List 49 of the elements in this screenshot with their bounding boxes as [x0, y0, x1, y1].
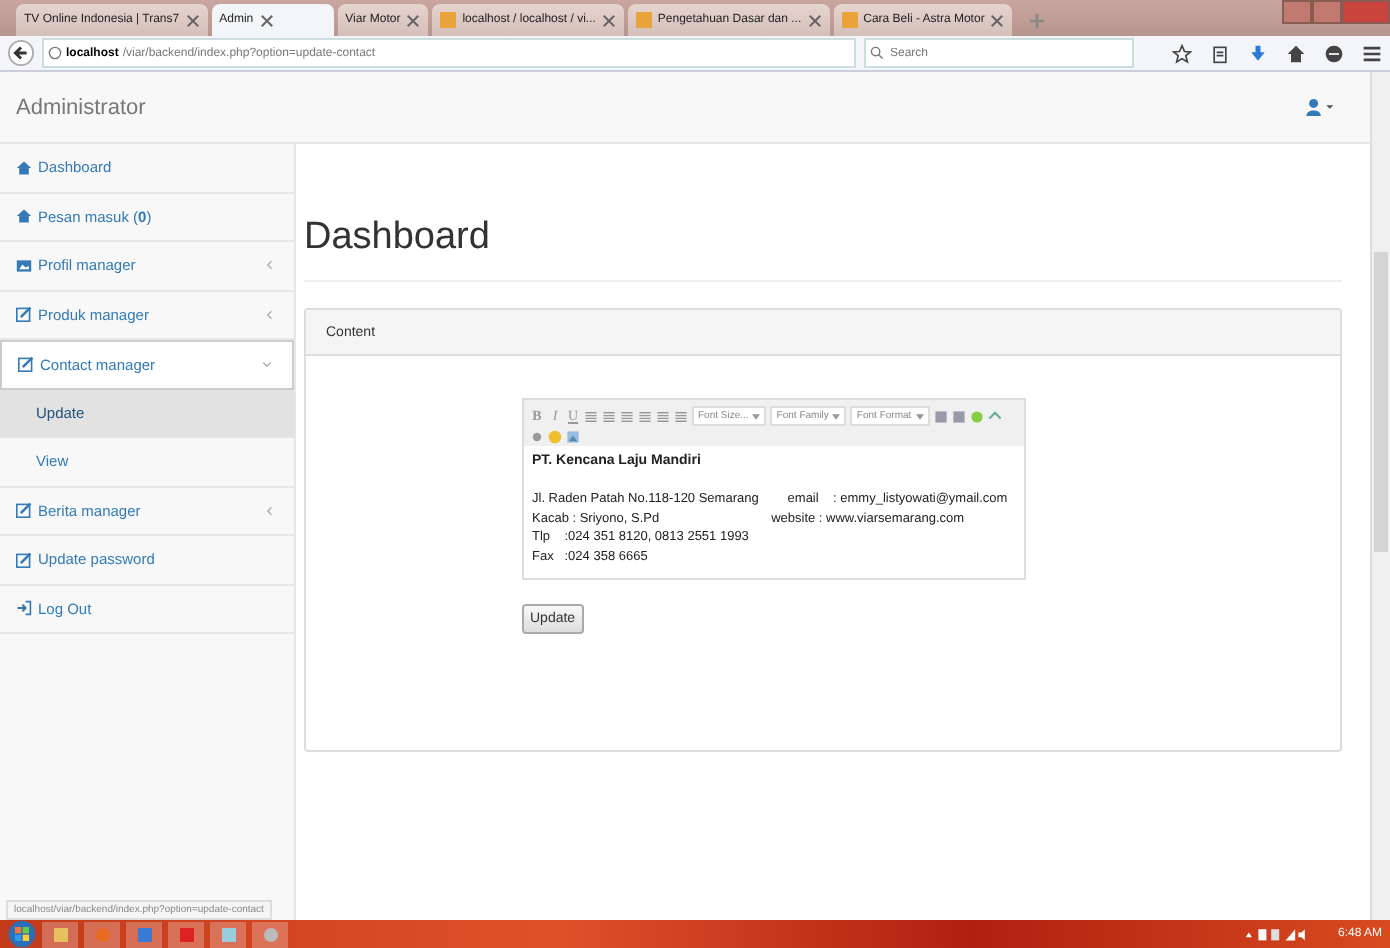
app-icon[interactable]	[252, 921, 288, 947]
caret-icon	[752, 413, 761, 419]
caret-icon	[915, 413, 924, 419]
star-icon[interactable]	[1172, 43, 1192, 63]
align-icon[interactable]	[674, 409, 688, 423]
download-icon[interactable]	[1248, 43, 1268, 63]
folder-icon[interactable]	[42, 921, 78, 947]
align-icon[interactable]	[656, 409, 670, 423]
caret-icon	[832, 413, 841, 419]
user-icon[interactable]	[1304, 98, 1334, 116]
close-icon[interactable]	[185, 13, 200, 27]
align-icon[interactable]	[602, 409, 616, 423]
logout-icon	[16, 600, 32, 617]
page-title: Dashboard	[304, 216, 1342, 282]
menu-icon[interactable]	[1362, 43, 1382, 63]
edit-icon	[18, 356, 34, 373]
home-icon	[16, 208, 32, 225]
favicon-icon	[440, 12, 457, 28]
close-icon[interactable]	[990, 13, 1005, 27]
align-icon[interactable]	[584, 409, 598, 423]
rich-text-editor[interactable]	[522, 398, 1026, 580]
home-icon[interactable]	[1286, 43, 1306, 63]
window-controls[interactable]	[1282, 0, 1390, 24]
pdf-icon[interactable]	[168, 921, 204, 947]
favicon-icon	[635, 12, 652, 28]
image-icon[interactable]	[566, 430, 580, 444]
clipboard-icon[interactable]	[1210, 43, 1230, 63]
image-icon	[16, 257, 32, 274]
browser-icon[interactable]	[84, 921, 120, 947]
document-icon[interactable]	[126, 921, 162, 947]
edit-icon	[16, 502, 32, 519]
edit-icon	[16, 306, 32, 323]
edit-icon	[16, 551, 32, 568]
close-icon[interactable]	[406, 13, 421, 27]
close-icon[interactable]	[601, 13, 616, 27]
notepad-icon[interactable]	[210, 921, 246, 947]
scrollbar[interactable]	[1370, 72, 1390, 920]
home-icon	[16, 159, 32, 176]
start-button[interactable]	[8, 920, 36, 948]
close-icon[interactable]	[807, 13, 822, 27]
align-icon[interactable]	[638, 409, 652, 423]
new-tab-icon[interactable]	[1028, 12, 1047, 30]
globe-icon	[48, 46, 62, 60]
back-icon[interactable]	[8, 40, 34, 66]
align-icon[interactable]	[620, 409, 634, 423]
favicon-icon	[841, 12, 858, 28]
close-icon[interactable]	[259, 13, 274, 27]
brand-title[interactable]: Administrator	[16, 95, 146, 119]
search-icon	[870, 46, 884, 60]
